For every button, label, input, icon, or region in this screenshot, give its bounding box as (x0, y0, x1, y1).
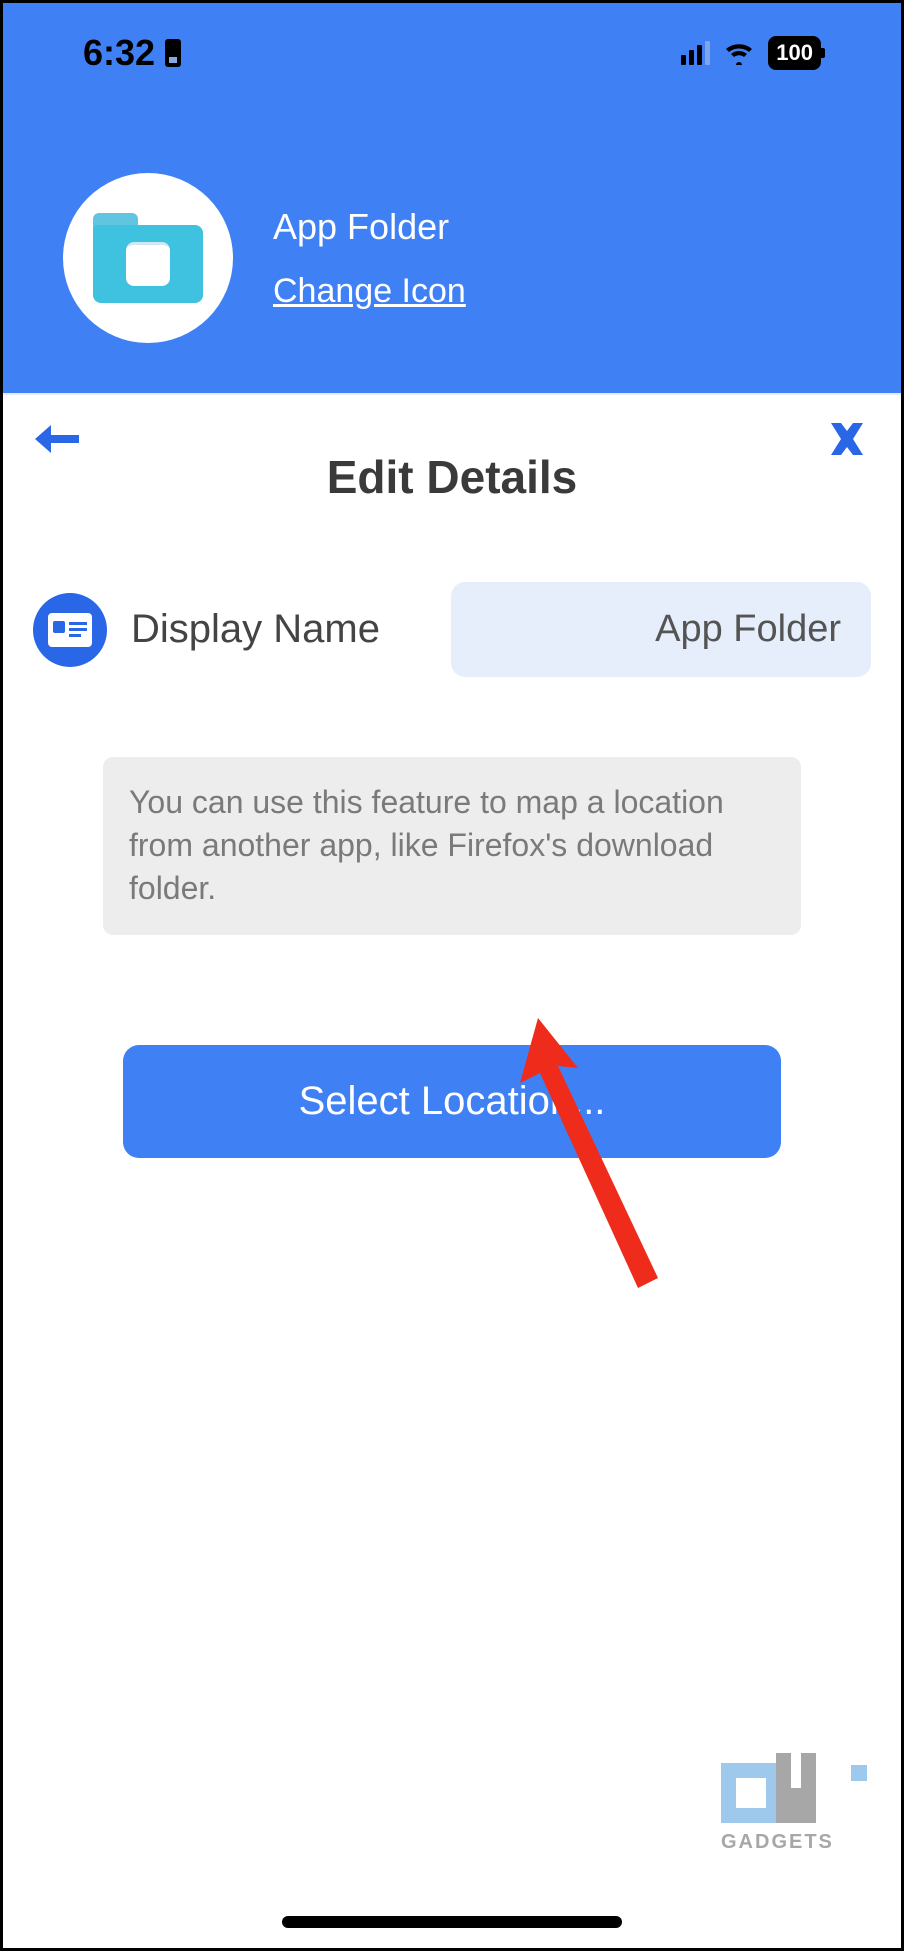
orientation-icon (163, 39, 183, 67)
status-bar: 6:32 100 (3, 3, 901, 103)
info-text: You can use this feature to map a locati… (103, 757, 801, 935)
header-text: App Folder Change Icon (273, 206, 466, 311)
status-time: 6:32 (83, 32, 183, 74)
folder-icon (93, 213, 203, 303)
close-button[interactable] (823, 415, 871, 472)
cellular-signal-icon (681, 41, 710, 65)
toolbar: Edit Details (3, 393, 901, 472)
svg-text:GADGETS: GADGETS (721, 1831, 834, 1853)
battery-level: 100 (776, 40, 813, 65)
status-right: 100 (681, 36, 821, 70)
watermark-logo: GADGETS (721, 1753, 871, 1858)
back-button[interactable] (33, 415, 81, 472)
app-icon[interactable] (63, 173, 233, 343)
app-title: App Folder (273, 206, 466, 248)
display-name-label: Display Name (131, 607, 427, 652)
change-icon-link[interactable]: Change Icon (273, 272, 466, 311)
page-title: Edit Details (327, 450, 578, 504)
header: App Folder Change Icon (3, 103, 901, 393)
display-name-input[interactable] (451, 582, 871, 677)
id-card-icon (33, 593, 107, 667)
select-location-button[interactable]: Select Location... (123, 1045, 781, 1158)
time-text: 6:32 (83, 32, 155, 74)
battery-indicator: 100 (768, 36, 821, 70)
home-indicator[interactable] (282, 1916, 622, 1928)
wifi-icon (724, 41, 754, 65)
